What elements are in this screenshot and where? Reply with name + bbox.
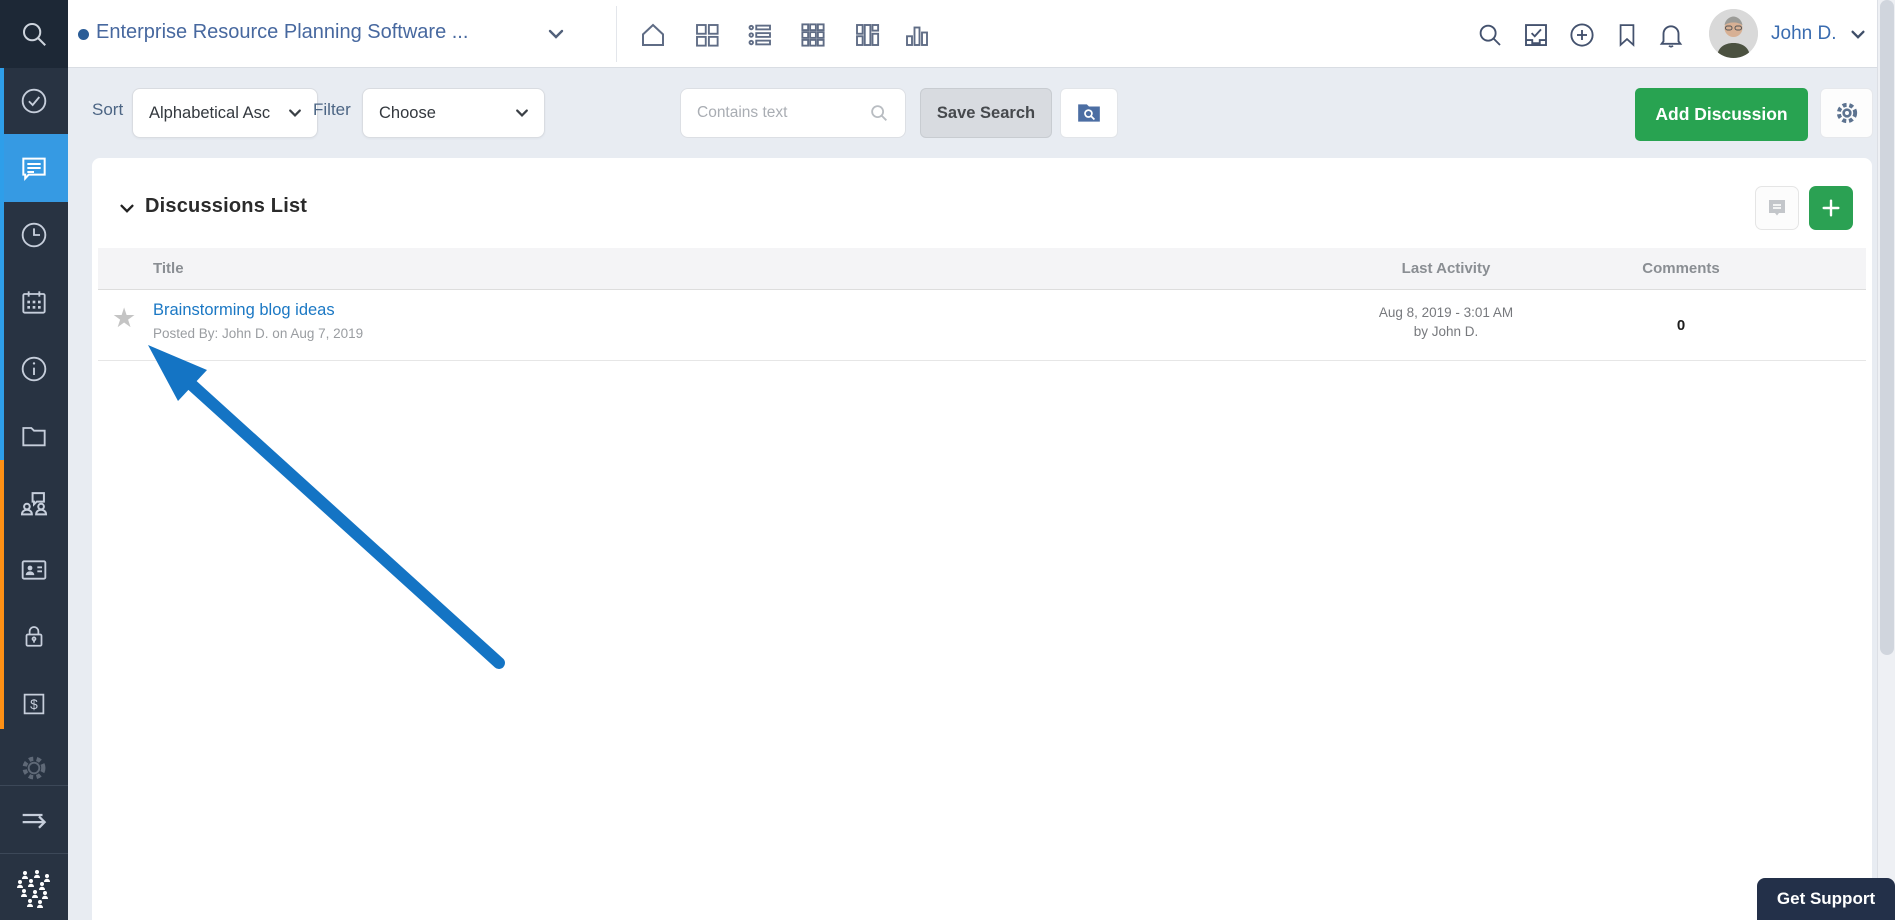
sidebar-item-workload[interactable] <box>0 475 68 531</box>
notifications-bell-icon[interactable] <box>1654 18 1688 52</box>
sidebar-divider <box>0 853 68 854</box>
discussion-last-activity: Aug 8, 2019 - 3:01 AM by John D. <box>1296 303 1596 341</box>
workzone-logo <box>15 869 53 909</box>
sidebar-accent-orange <box>0 460 4 729</box>
sort-label: Sort <box>92 100 124 119</box>
sidebar-item-discussions[interactable] <box>0 134 68 202</box>
get-support-button[interactable]: Get Support <box>1757 878 1895 920</box>
sidebar-divider <box>0 785 68 786</box>
tasks-checkbox-icon[interactable] <box>1519 18 1553 52</box>
gear-icon <box>1833 99 1861 127</box>
add-circle-icon[interactable] <box>1565 18 1599 52</box>
discussions-card: Discussions List Title Last Activity Com… <box>92 158 1872 920</box>
sort-dropdown-value: Alphabetical Asc <box>149 103 271 122</box>
calendar-icon <box>18 286 50 318</box>
chevron-down-icon[interactable] <box>1849 28 1867 41</box>
chevron-down-icon[interactable] <box>546 27 566 41</box>
sidebar-item-calendar[interactable] <box>0 274 68 330</box>
sidebar-item-expenses[interactable]: $ <box>0 676 68 732</box>
save-search-button[interactable]: Save Search <box>920 88 1052 138</box>
column-header-last-activity[interactable]: Last Activity <box>1296 260 1596 277</box>
add-discussion-label: Add Discussion <box>1655 104 1788 124</box>
discussions-chat-icon <box>18 152 50 184</box>
filter-dropdown[interactable]: Choose <box>362 88 545 138</box>
add-discussion-button[interactable]: Add Discussion <box>1635 88 1808 141</box>
sidebar-collapse-button[interactable] <box>0 792 68 848</box>
user-menu-label[interactable]: John D. <box>1771 23 1836 45</box>
table-header-row: Title Last Activity Comments <box>98 248 1866 290</box>
documents-folder-icon <box>18 420 50 452</box>
section-header: Discussions List <box>92 186 1872 232</box>
column-header-comments[interactable]: Comments <box>1581 260 1781 277</box>
folder-search-icon <box>1076 101 1102 125</box>
comment-view-button[interactable] <box>1755 186 1799 230</box>
settings-gear-icon <box>18 752 50 784</box>
contacts-card-icon <box>18 554 50 586</box>
discussion-posted-by: Posted By: John D. on Aug 7, 2019 <box>153 326 364 341</box>
saved-searches-button[interactable] <box>1060 88 1118 138</box>
grid-2x2-icon[interactable] <box>690 18 724 52</box>
board-columns-icon[interactable] <box>850 18 884 52</box>
get-support-label: Get Support <box>1776 889 1876 908</box>
search-icon[interactable] <box>1473 18 1507 52</box>
bar-chart-icon[interactable] <box>900 18 934 52</box>
table-row[interactable]: ★ Brainstorming blog ideas Posted By: Jo… <box>98 290 1866 361</box>
column-header-title[interactable]: Title <box>153 260 184 277</box>
project-color-dot <box>78 29 89 40</box>
page-scrollbar[interactable] <box>1877 0 1895 920</box>
sidebar-item-settings[interactable] <box>0 740 68 796</box>
discussion-comment-count: 0 <box>1676 317 1686 334</box>
collapse-arrow-icon <box>17 803 51 837</box>
discussion-title-link[interactable]: Brainstorming blog ideas <box>153 301 335 320</box>
sidebar-item-approvals[interactable] <box>0 73 68 129</box>
project-title[interactable]: Enterprise Resource Planning Software ..… <box>96 21 468 44</box>
star-icon[interactable]: ★ <box>112 305 136 332</box>
comment-icon <box>1765 196 1789 220</box>
info-icon <box>18 353 50 385</box>
svg-text:$: $ <box>30 697 38 712</box>
plus-icon <box>1820 197 1842 219</box>
list-view-icon[interactable] <box>743 18 777 52</box>
chevron-down-icon[interactable] <box>118 202 136 215</box>
scrollbar-thumb[interactable] <box>1880 0 1894 655</box>
sidebar-item-contacts[interactable] <box>0 542 68 598</box>
permissions-lock-icon <box>19 622 49 652</box>
bookmark-icon[interactable] <box>1610 18 1644 52</box>
sidebar-item-permissions[interactable] <box>0 609 68 665</box>
expenses-dollar-icon: $ <box>19 689 49 719</box>
filter-dropdown-value: Choose <box>379 103 436 122</box>
save-search-label: Save Search <box>936 103 1036 122</box>
history-clock-icon <box>18 219 50 251</box>
grid-3x3-icon[interactable] <box>796 18 830 52</box>
search-icon <box>868 102 890 124</box>
sidebar-item-time[interactable] <box>0 207 68 263</box>
sidebar-item-info[interactable] <box>0 341 68 397</box>
search-icon <box>19 19 49 49</box>
filter-label: Filter <box>313 100 351 119</box>
sort-dropdown[interactable]: Alphabetical Asc <box>132 88 318 138</box>
sidebar-item-search[interactable] <box>0 0 68 68</box>
sidebar-accent-blue <box>0 68 4 460</box>
app-sidebar: $ <box>0 0 68 920</box>
last-activity-author: by John D. <box>1413 324 1479 339</box>
filters-toolbar: Sort Alphabetical Asc Filter Choose Save… <box>68 69 1877 158</box>
workload-people-icon <box>17 486 51 520</box>
sidebar-item-documents[interactable] <box>0 408 68 464</box>
header-divider <box>616 6 617 62</box>
settings-button[interactable] <box>1820 88 1873 138</box>
user-avatar[interactable] <box>1709 9 1758 58</box>
last-activity-date: Aug 8, 2019 - 3:01 AM <box>1378 305 1514 320</box>
check-circle-icon <box>18 85 50 117</box>
chevron-down-icon <box>287 107 303 119</box>
top-header: Enterprise Resource Planning Software ..… <box>68 0 1877 68</box>
home-icon[interactable] <box>636 18 670 52</box>
sidebar-logo[interactable] <box>0 858 68 920</box>
add-discussion-quick-button[interactable] <box>1809 186 1853 230</box>
section-title[interactable]: Discussions List <box>145 195 307 218</box>
chevron-down-icon <box>514 107 530 119</box>
